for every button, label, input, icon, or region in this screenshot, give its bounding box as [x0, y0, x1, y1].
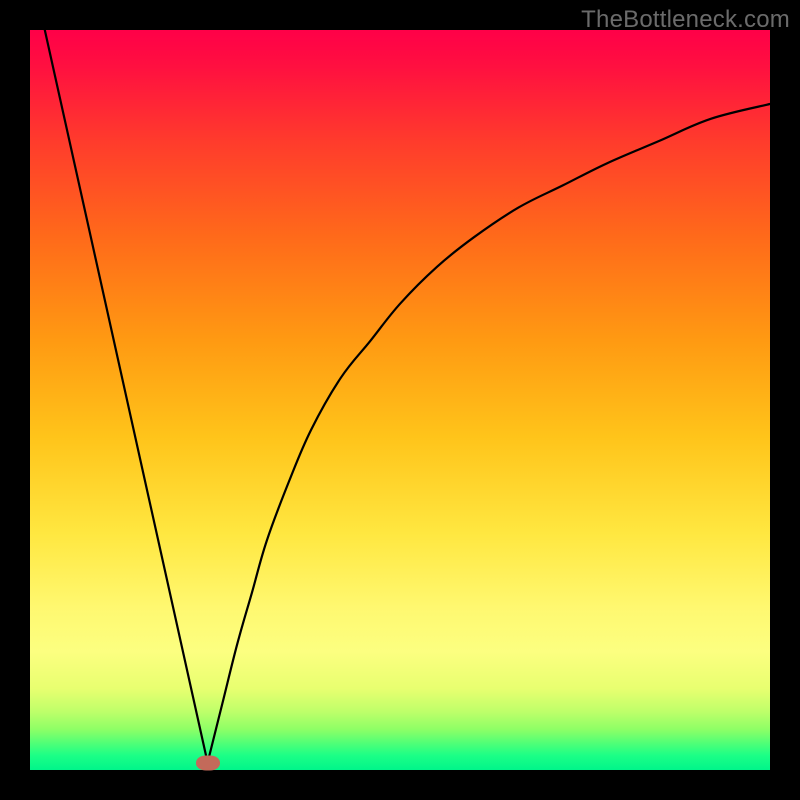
chart-frame: TheBottleneck.com: [0, 0, 800, 800]
plot-area: [30, 30, 770, 770]
left-branch-path: [45, 30, 208, 763]
attribution-label: TheBottleneck.com: [581, 6, 790, 34]
right-branch-path: [208, 104, 770, 763]
curve-layer: [30, 30, 770, 770]
minimum-marker: [196, 755, 220, 770]
